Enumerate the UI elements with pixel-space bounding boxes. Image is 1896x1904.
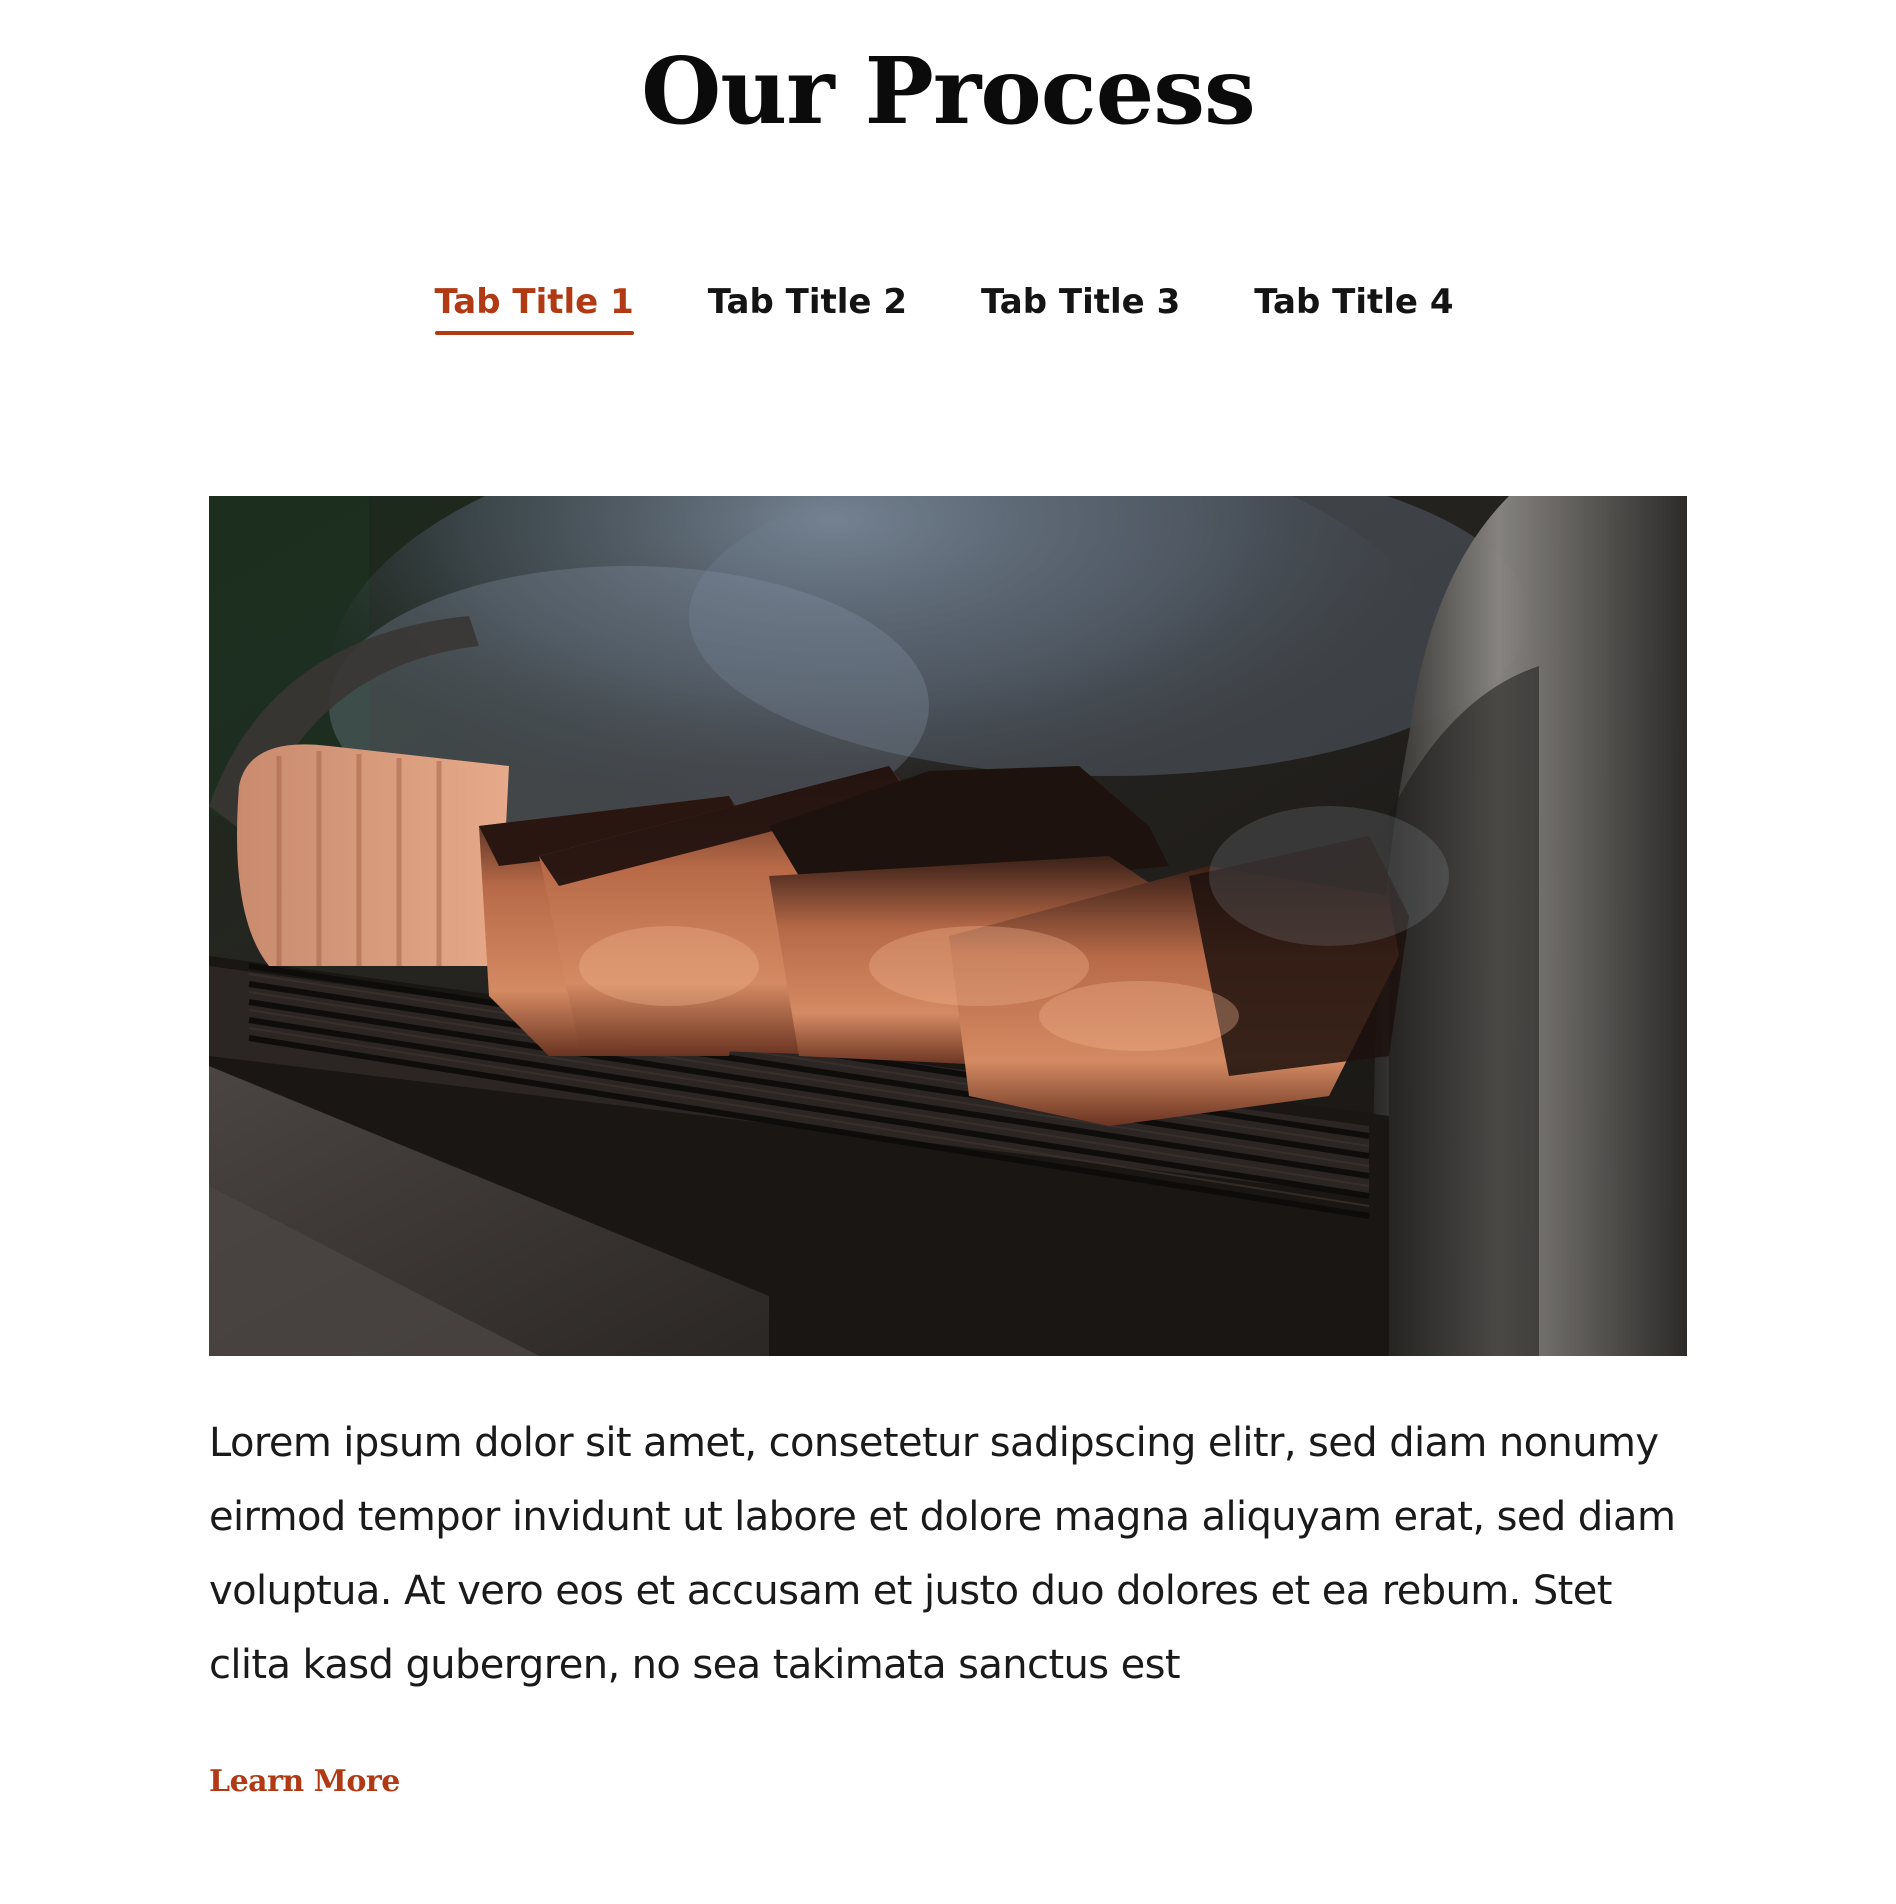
brisket-grill-image <box>209 496 1687 1356</box>
tab-label: Tab Title 2 <box>707 282 907 322</box>
tab-bar: Tab Title 1 Tab Title 2 Tab Title 3 Tab … <box>0 278 1892 335</box>
tab-4[interactable]: Tab Title 4 <box>1254 278 1453 335</box>
tab-content-body: Lorem ipsum dolor sit amet, consetetur s… <box>209 1420 1676 1688</box>
page-title: Our Process <box>641 37 1256 145</box>
tab-label: Tab Title 1 <box>434 282 634 322</box>
tab-1[interactable]: Tab Title 1 <box>434 278 634 335</box>
learn-more-link[interactable]: Learn More <box>209 1762 400 1802</box>
tab-label: Tab Title 4 <box>1254 282 1454 322</box>
tab-label: Tab Title 3 <box>981 282 1181 322</box>
tab-3[interactable]: Tab Title 3 <box>981 278 1180 335</box>
tab-2[interactable]: Tab Title 2 <box>708 278 907 335</box>
process-section: Our Process Tab Title 1 Tab Title 2 Tab … <box>0 0 1896 1904</box>
active-tab-indicator <box>434 331 634 335</box>
